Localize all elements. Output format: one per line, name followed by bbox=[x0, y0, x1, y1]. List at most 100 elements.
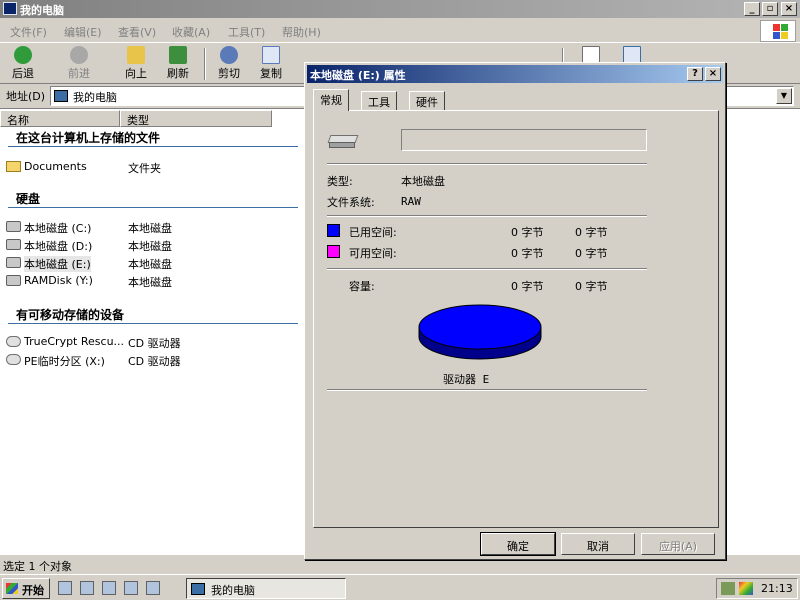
menu-favorites[interactable]: 收藏(A) bbox=[172, 24, 210, 40]
toolbar-separator bbox=[204, 48, 206, 80]
drive-caption: 驱动器 E bbox=[443, 373, 490, 386]
list-item[interactable]: RAMDisk (Y:) 本地磁盘 bbox=[6, 273, 296, 289]
cut-label: 剪切 bbox=[218, 67, 240, 80]
column-header-type[interactable]: 类型 bbox=[120, 110, 272, 127]
free-space-bytes: 0 字节 bbox=[511, 247, 544, 260]
item-type: CD 驱动器 bbox=[128, 355, 181, 368]
capacity-label: 容量: bbox=[349, 280, 375, 293]
taskbar-button-my-computer[interactable]: 我的电脑 bbox=[186, 578, 346, 599]
menu-tools[interactable]: 工具(T) bbox=[228, 24, 265, 40]
list-item[interactable]: 本地磁盘 (D:) 本地磁盘 bbox=[6, 237, 296, 253]
volume-label-input[interactable] bbox=[401, 129, 647, 151]
item-name: 本地磁盘 (D:) bbox=[24, 240, 93, 253]
refresh-icon bbox=[169, 46, 187, 64]
up-folder-icon bbox=[127, 46, 145, 64]
item-type: 文件夹 bbox=[128, 162, 161, 175]
separator bbox=[327, 268, 647, 270]
system-tray: 21:13 bbox=[716, 578, 798, 599]
item-name: 本地磁盘 (E:) bbox=[24, 256, 91, 272]
list-item[interactable]: 本地磁盘 (C:) 本地磁盘 bbox=[6, 219, 296, 235]
menu-bar: 文件(F) 编辑(E) 查看(V) 收藏(A) 工具(T) 帮助(H) bbox=[0, 19, 800, 43]
forward-arrow-icon bbox=[70, 46, 88, 64]
type-label: 类型: bbox=[327, 175, 353, 188]
menu-help[interactable]: 帮助(H) bbox=[282, 24, 321, 40]
used-space-label: 已用空间: bbox=[349, 226, 397, 239]
copy-button[interactable]: 复制 bbox=[256, 46, 286, 81]
back-label: 后退 bbox=[12, 67, 34, 80]
ok-button[interactable]: 确定 bbox=[480, 532, 556, 556]
display-icon[interactable] bbox=[739, 582, 753, 595]
cd-drive-icon bbox=[6, 336, 21, 347]
cut-button[interactable]: 剪切 bbox=[214, 46, 244, 81]
forward-button[interactable]: 前进 bbox=[64, 46, 94, 81]
refresh-button[interactable]: 刷新 bbox=[163, 46, 193, 81]
menu-view[interactable]: 查看(V) bbox=[118, 24, 156, 40]
menu-file[interactable]: 文件(F) bbox=[10, 24, 47, 40]
used-space-bytes: 0 字节 bbox=[511, 226, 544, 239]
network-icon[interactable] bbox=[721, 582, 735, 595]
scissors-icon bbox=[220, 46, 238, 64]
apply-button[interactable]: 应用(A) bbox=[641, 533, 715, 555]
menu-edit[interactable]: 编辑(E) bbox=[64, 24, 102, 40]
used-space-size: 0 字节 bbox=[575, 226, 608, 239]
list-item[interactable]: PE临时分区 (X:) CD 驱动器 bbox=[6, 352, 296, 368]
computer-icon bbox=[54, 90, 68, 102]
clock[interactable]: 21:13 bbox=[761, 582, 793, 595]
group-divider bbox=[8, 146, 298, 147]
column-header-name[interactable]: 名称 bbox=[0, 110, 120, 127]
windows-logo-icon bbox=[760, 20, 796, 42]
back-button[interactable]: 后退 bbox=[8, 46, 38, 81]
type-value: 本地磁盘 bbox=[401, 175, 445, 188]
group-title-stored-files: 在这台计算机上存储的文件 bbox=[16, 131, 161, 145]
item-type: 本地磁盘 bbox=[128, 222, 172, 235]
cd-drive-icon bbox=[6, 354, 21, 365]
window-title: 我的电脑 bbox=[20, 4, 64, 17]
minimize-button[interactable]: _ bbox=[744, 2, 760, 16]
tab-hardware[interactable]: 硬件 bbox=[409, 91, 445, 110]
list-item[interactable]: Documents 文件夹 bbox=[6, 159, 296, 175]
tab-tools[interactable]: 工具 bbox=[361, 91, 397, 110]
quicklaunch-icon[interactable] bbox=[80, 581, 94, 595]
dialog-title: 本地磁盘 (E:) 属性 bbox=[310, 69, 406, 82]
maximize-button[interactable]: ▫ bbox=[762, 2, 778, 16]
quicklaunch-icon[interactable] bbox=[124, 581, 138, 595]
address-label: 地址(D) bbox=[6, 90, 46, 103]
hard-disk-icon bbox=[6, 239, 21, 250]
taskbar: 开始 我的电脑 21:13 bbox=[0, 574, 800, 600]
filesystem-value: RAW bbox=[401, 195, 421, 208]
hard-disk-icon bbox=[6, 257, 21, 268]
help-button[interactable]: ? bbox=[687, 67, 703, 81]
quicklaunch-icon[interactable] bbox=[102, 581, 116, 595]
pie-top bbox=[418, 304, 542, 350]
close-button[interactable]: × bbox=[781, 2, 797, 16]
free-space-swatch bbox=[327, 245, 340, 258]
separator bbox=[327, 163, 647, 165]
up-button[interactable]: 向上 bbox=[121, 46, 151, 81]
quicklaunch-icon[interactable] bbox=[146, 581, 160, 595]
dialog-close-button[interactable]: × bbox=[705, 67, 721, 81]
capacity-size: 0 字节 bbox=[575, 280, 608, 293]
cancel-button[interactable]: 取消 bbox=[561, 533, 635, 555]
filesystem-label: 文件系统: bbox=[327, 196, 375, 209]
group-title-removable-devices: 有可移动存储的设备 bbox=[16, 308, 125, 322]
free-space-label: 可用空间: bbox=[349, 247, 397, 260]
windows-flag-icon bbox=[6, 583, 18, 594]
copy-icon bbox=[262, 46, 280, 64]
computer-icon bbox=[191, 583, 205, 595]
list-item[interactable]: TrueCrypt Rescu... CD 驱动器 bbox=[6, 334, 296, 350]
start-button[interactable]: 开始 bbox=[2, 578, 50, 599]
separator bbox=[327, 215, 647, 217]
folder-icon bbox=[6, 161, 21, 172]
list-item-selected[interactable]: 本地磁盘 (E:) 本地磁盘 bbox=[6, 255, 296, 272]
refresh-label: 刷新 bbox=[167, 67, 189, 80]
up-label: 向上 bbox=[125, 67, 147, 80]
group-title-hard-disks: 硬盘 bbox=[16, 192, 41, 206]
tab-general[interactable]: 常规 bbox=[313, 89, 349, 111]
item-name: PE临时分区 (X:) bbox=[24, 355, 105, 368]
address-dropdown-button[interactable]: ▼ bbox=[776, 88, 792, 104]
quicklaunch-icon[interactable] bbox=[58, 581, 72, 595]
hard-disk-icon bbox=[6, 275, 21, 286]
task-label: 我的电脑 bbox=[211, 584, 255, 597]
window-title-bar: 我的电脑 _ ▫ × bbox=[0, 0, 800, 18]
forward-label: 前进 bbox=[68, 67, 90, 80]
